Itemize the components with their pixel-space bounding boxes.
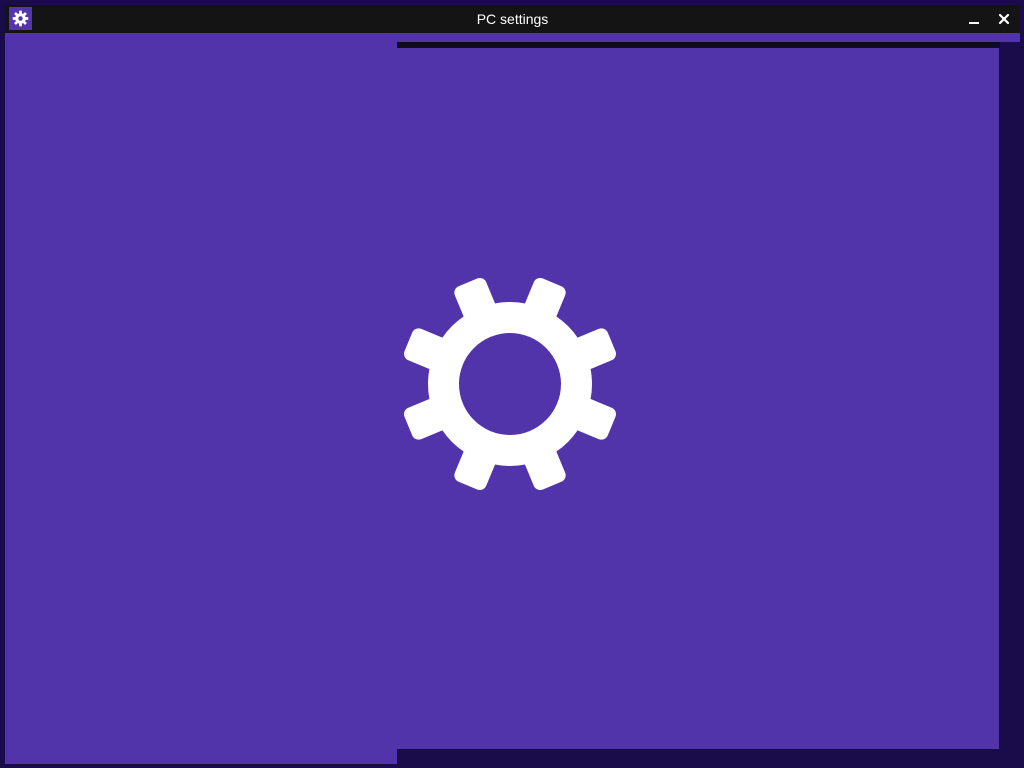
- gear-icon: [404, 278, 616, 490]
- window-title: PC settings: [476, 11, 549, 27]
- close-icon: [998, 13, 1010, 25]
- minimize-button[interactable]: [960, 5, 988, 33]
- minimize-icon: [969, 22, 979, 24]
- title-bar[interactable]: PC settings: [5, 5, 1020, 33]
- pc-settings-window: PC settings: [0, 0, 1024, 768]
- left-panel: [5, 33, 397, 764]
- close-button[interactable]: [990, 5, 1018, 33]
